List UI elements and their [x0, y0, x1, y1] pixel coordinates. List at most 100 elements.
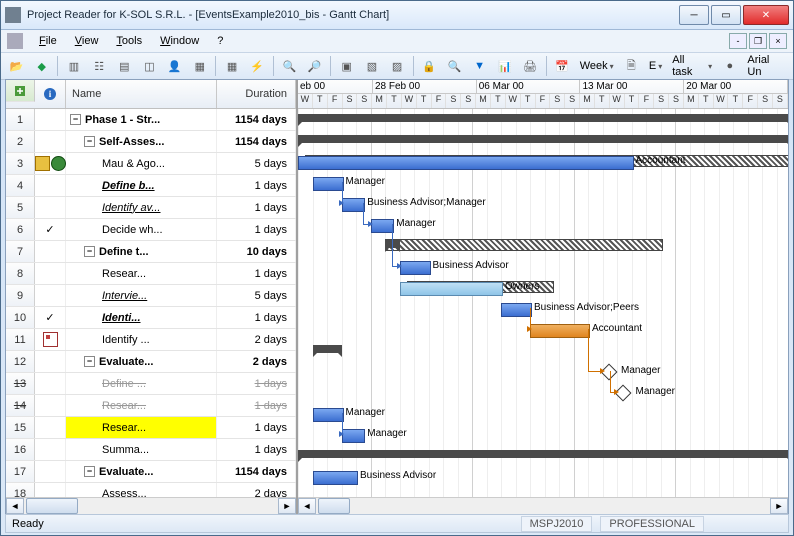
spot-icon[interactable]: ● — [718, 54, 741, 78]
table-row[interactable]: 4Define b...1 days — [6, 175, 296, 197]
gantt-hscroll[interactable]: ◄ ► — [298, 497, 788, 514]
menu-file[interactable]: File — [31, 33, 65, 49]
gantt-scroll-left-icon[interactable]: ◄ — [298, 498, 316, 514]
table-row[interactable]: 7−Define t...10 days — [6, 241, 296, 263]
table-row[interactable]: 16Summa...1 days — [6, 439, 296, 461]
task-name-cell[interactable]: −Phase 1 - Str... — [66, 109, 217, 130]
row-number[interactable]: 1 — [6, 109, 35, 130]
grid-scroll-thumb[interactable] — [26, 498, 78, 514]
table-row[interactable]: 3Mau & Ago...5 days — [6, 153, 296, 175]
scroll-right-icon[interactable]: ► — [278, 498, 296, 514]
mdi-close-button[interactable]: × — [769, 33, 787, 49]
row-number[interactable]: 6 — [6, 219, 35, 240]
e-selector[interactable]: E▾ — [645, 60, 666, 72]
minimize-button[interactable]: ─ — [679, 5, 709, 25]
gantt-bar[interactable] — [298, 114, 788, 122]
gantt-bar[interactable] — [313, 345, 342, 353]
task-name-cell[interactable]: Assess... — [66, 483, 217, 497]
zoomout-icon[interactable]: 🔎 — [303, 54, 326, 78]
gantt-bar[interactable] — [298, 135, 788, 143]
resource-icon[interactable]: 👤 — [163, 54, 186, 78]
table-row[interactable]: 18Assess...2 days — [6, 483, 296, 497]
task-name-cell[interactable]: Mau & Ago... — [66, 153, 217, 174]
table-row[interactable]: 14Resear...1 days — [6, 395, 296, 417]
table-row[interactable]: 2−Self-Asses...1154 days — [6, 131, 296, 153]
task-name-cell[interactable]: Identify av... — [66, 197, 217, 218]
task-name-cell[interactable]: Resear... — [66, 263, 217, 284]
table-row[interactable]: 12−Evaluate...2 days — [6, 351, 296, 373]
print-icon[interactable]: 🖨 — [518, 54, 541, 78]
mdi-minimize-button[interactable]: ‐ — [729, 33, 747, 49]
gantt-chart[interactable]: AccountantManagerBusiness Advisor;Manage… — [298, 109, 788, 497]
row-number[interactable]: 11 — [6, 329, 35, 350]
filter-icon[interactable]: ▼ — [468, 54, 491, 78]
view2-icon[interactable]: ☷ — [88, 54, 111, 78]
row-number[interactable]: 17 — [6, 461, 35, 482]
row-number[interactable]: 2 — [6, 131, 35, 152]
gantt-bar[interactable] — [371, 219, 395, 233]
table-row[interactable]: 9Intervie...5 days — [6, 285, 296, 307]
row-number[interactable]: 7 — [6, 241, 35, 262]
gantt-scroll-right-icon[interactable]: ► — [770, 498, 788, 514]
chart-icon[interactable]: 📊 — [493, 54, 516, 78]
menu-view[interactable]: View — [67, 33, 107, 49]
row-number[interactable]: 13 — [6, 373, 35, 394]
gantt-bar[interactable] — [530, 324, 590, 338]
tool-b-icon[interactable]: ▧ — [360, 54, 383, 78]
table-row[interactable]: 8Resear...1 days — [6, 263, 296, 285]
expander-icon[interactable]: − — [84, 356, 95, 367]
header-duration[interactable]: Duration — [217, 80, 296, 108]
header-name[interactable]: Name — [66, 80, 217, 108]
gantt-bar[interactable] — [313, 471, 359, 485]
gantt-bar[interactable] — [400, 282, 504, 296]
open-icon[interactable]: 📂 — [5, 54, 28, 78]
menu-help[interactable]: ? — [209, 33, 231, 49]
table-row[interactable]: 11Identify ...2 days — [6, 329, 296, 351]
header-rownum[interactable] — [6, 80, 35, 102]
find-icon[interactable]: 🔍 — [443, 54, 466, 78]
row-number[interactable]: 14 — [6, 395, 35, 416]
task-name-cell[interactable]: −Evaluate... — [66, 351, 217, 372]
gantt-bar[interactable] — [342, 429, 366, 443]
expander-icon[interactable]: − — [84, 246, 95, 257]
zoomin-icon[interactable]: 🔍 — [278, 54, 301, 78]
drive-icon[interactable]: ◆ — [30, 54, 53, 78]
task-name-cell[interactable]: Define ... — [66, 373, 217, 394]
row-number[interactable]: 12 — [6, 351, 35, 372]
week-selector[interactable]: Week▾ — [576, 60, 618, 72]
task-name-cell[interactable]: −Evaluate... — [66, 461, 217, 482]
lightning-icon[interactable]: ⚡ — [246, 54, 269, 78]
row-number[interactable]: 16 — [6, 439, 35, 460]
view4-icon[interactable]: ◫ — [138, 54, 161, 78]
grid-hscroll[interactable]: ◄ ► — [6, 497, 296, 514]
row-number[interactable]: 4 — [6, 175, 35, 196]
task-name-cell[interactable]: Identify ... — [66, 329, 217, 350]
expander-icon[interactable]: − — [70, 114, 81, 125]
row-number[interactable]: 8 — [6, 263, 35, 284]
table-row[interactable]: 5Identify av...1 days — [6, 197, 296, 219]
gantt-scroll-thumb[interactable] — [318, 498, 350, 514]
task-name-cell[interactable]: Resear... — [66, 395, 217, 416]
export-icon[interactable]: 🗎 — [620, 54, 643, 78]
task-name-cell[interactable]: Define b... — [66, 175, 217, 196]
view5-icon[interactable]: ▦ — [188, 54, 211, 78]
alltask-selector[interactable]: All task▾ — [668, 54, 716, 78]
task-name-cell[interactable]: −Define t... — [66, 241, 217, 262]
row-number[interactable]: 5 — [6, 197, 35, 218]
task-name-cell[interactable]: Identi... — [66, 307, 217, 328]
table-row[interactable]: 17−Evaluate...1154 days — [6, 461, 296, 483]
task-name-cell[interactable]: Summa... — [66, 439, 217, 460]
view3-icon[interactable]: ▤ — [113, 54, 136, 78]
tool-a-icon[interactable]: ▣ — [335, 54, 358, 78]
row-number[interactable]: 9 — [6, 285, 35, 306]
row-number[interactable]: 18 — [6, 483, 35, 497]
titlebar[interactable]: Project Reader for K-SOL S.R.L. - [Event… — [1, 1, 793, 30]
menu-tools[interactable]: Tools — [108, 33, 150, 49]
task-name-cell[interactable]: Resear... — [66, 417, 217, 438]
task-name-cell[interactable]: Decide wh... — [66, 219, 217, 240]
task-name-cell[interactable]: Intervie... — [66, 285, 217, 306]
close-button[interactable]: ✕ — [743, 5, 789, 25]
table-row[interactable]: 6✓Decide wh...1 days — [6, 219, 296, 241]
lock-icon[interactable]: 🔒 — [418, 54, 441, 78]
gantt-bar[interactable] — [298, 450, 788, 458]
